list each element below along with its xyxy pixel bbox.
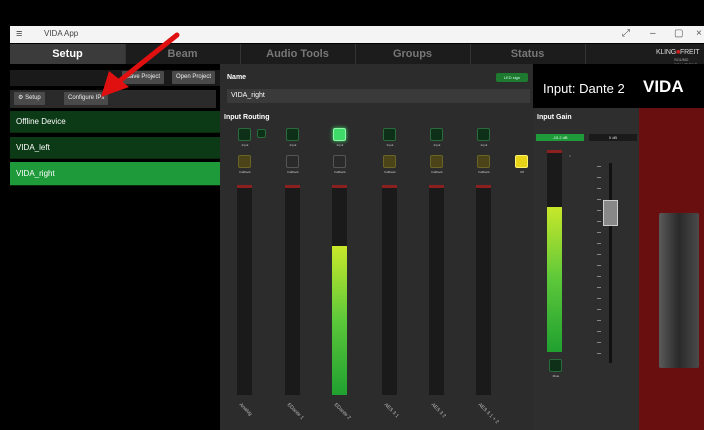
input-gain-panel: Input Gain -15.2 dB 0 dB 0 Mute (533, 108, 639, 430)
input-gain-meter-fill (547, 206, 562, 352)
gain-scale-tick (597, 342, 601, 343)
off-label: Off (520, 170, 524, 174)
channel-level-meter-4 (382, 185, 397, 395)
tab-status[interactable]: Status (470, 44, 586, 64)
fallback-button-label: Fallback (334, 170, 346, 174)
gain-scale-tick (597, 254, 601, 255)
gain-scale-tick (597, 353, 601, 354)
input-button-label: Input (433, 143, 441, 147)
mute-button[interactable] (549, 359, 562, 372)
input-button-3[interactable] (333, 128, 346, 141)
mute-label: Mute (552, 374, 560, 378)
tab-groups[interactable]: Groups (355, 44, 471, 64)
meter-scale-top: 0 (569, 154, 571, 158)
gain-scale-tick (597, 309, 601, 310)
hamburger-menu-icon[interactable]: ≡ (16, 28, 22, 40)
maximize-button[interactable]: ▢ (674, 28, 683, 39)
gain-scale-tick (597, 298, 601, 299)
close-button[interactable]: × (696, 28, 702, 39)
device-item-vida-left[interactable]: VIDA_left (10, 137, 220, 159)
fallback-button-6[interactable] (477, 155, 490, 168)
vida-logo: VIDA (643, 77, 684, 96)
fallback-button-5[interactable] (430, 155, 443, 168)
gain-scale-tick (597, 210, 601, 211)
fallback-button-label: Fallback (431, 170, 443, 174)
window-title: VIDA App (44, 29, 79, 38)
expand-icon[interactable]: ⤢ (622, 28, 630, 39)
gain-scale-tick (597, 331, 601, 332)
input-button-label: Input (336, 143, 344, 147)
fallback-button-label: Fallback (287, 170, 299, 174)
vida-logo-area: VIDA (639, 64, 704, 108)
fallback-button-1[interactable] (238, 155, 251, 168)
input-routing-label: Input Routing (224, 114, 270, 121)
gain-slider-handle[interactable] (603, 200, 618, 226)
gain-scale-tick (597, 265, 601, 266)
led-sign-button[interactable]: LED sign (496, 73, 528, 82)
speaker-image (659, 213, 699, 368)
gain-scale-tick (597, 232, 601, 233)
brand-logo: KLING■FREIT (656, 49, 700, 56)
fallback-button-2[interactable] (286, 155, 299, 168)
input-button-4[interactable] (383, 128, 396, 141)
input-title: Input: Dante 2 (543, 81, 625, 96)
input-gain-meter (547, 150, 562, 352)
minimize-button[interactable]: – (650, 28, 656, 39)
fallback-button-label: Fallback (478, 170, 490, 174)
input-button-1[interactable] (238, 128, 251, 141)
channel-level-fill (332, 245, 347, 395)
input-button-label: Input (241, 143, 249, 147)
gain-scale-tick (597, 243, 601, 244)
input-button-label: Input (480, 143, 488, 147)
name-label: Name (227, 74, 247, 81)
channel-level-meter-3 (332, 185, 347, 395)
gain-reference-badge: 0 dB (589, 134, 637, 141)
gain-slider-track[interactable] (609, 163, 612, 363)
red-arrow-annotation (101, 32, 180, 97)
gain-scale-tick (597, 221, 601, 222)
input-button-6[interactable] (477, 128, 490, 141)
fallback-button-label: Fallback (384, 170, 396, 174)
setup-button[interactable]: ⚙ Setup (14, 92, 45, 105)
gain-scale-tick (597, 276, 601, 277)
fallback-button-4[interactable] (383, 155, 396, 168)
gain-scale-tick (597, 287, 601, 288)
input-button-label: Input (386, 143, 394, 147)
channel-level-meter-2 (285, 185, 300, 395)
off-button[interactable] (515, 155, 528, 168)
tab-audio-tools[interactable]: Audio Tools (240, 44, 356, 64)
input-button-5[interactable] (430, 128, 443, 141)
input-gain-label: Input Gain (537, 114, 572, 121)
fallback-button-3[interactable] (333, 155, 346, 168)
gain-scale-tick (597, 188, 601, 189)
device-item-offline[interactable]: Offline Device (10, 111, 220, 133)
channel-level-meter-1 (237, 185, 252, 395)
input-button-label: Input (289, 143, 297, 147)
speaker-preview-panel (639, 108, 704, 430)
gear-icon: ⚙ (18, 95, 24, 101)
gain-scale-tick (597, 320, 601, 321)
input-header: Input: Dante 2 (533, 64, 639, 108)
device-item-vida-right[interactable]: VIDA_right (10, 162, 220, 186)
gain-scale-tick (597, 166, 601, 167)
channel-level-meter-6 (476, 185, 491, 395)
fallback-button-label: Fallback (239, 170, 251, 174)
channel-level-meter-5 (429, 185, 444, 395)
device-name-field[interactable]: VIDA_right (227, 89, 530, 103)
gain-value-badge: -15.2 dB (536, 134, 584, 141)
gain-scale-tick (597, 199, 601, 200)
link-toggle[interactable] (257, 129, 266, 138)
input-button-2[interactable] (286, 128, 299, 141)
gain-scale-tick (597, 177, 601, 178)
